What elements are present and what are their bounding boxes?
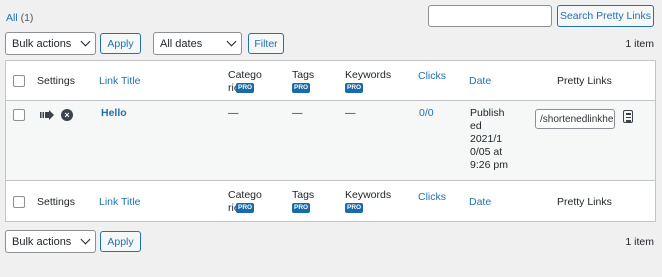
- pretty-link-field[interactable]: /shortenedlinkhello: [535, 109, 615, 129]
- clipboard-icon[interactable]: [623, 110, 633, 123]
- chevron-down-icon: [80, 36, 91, 47]
- column-link-title[interactable]: Link Title: [99, 196, 140, 209]
- column-date[interactable]: Date: [469, 75, 491, 88]
- table-footer: Settings Link Title Categories PRO Tags …: [6, 181, 655, 222]
- dates-select[interactable]: All dates: [153, 32, 242, 55]
- items-count-bottom: 1 item: [625, 236, 654, 248]
- row-checkbox[interactable]: [13, 109, 25, 121]
- items-count-top: 1 item: [625, 38, 654, 50]
- column-tags: Tags PRO: [292, 189, 315, 214]
- chevron-down-icon: [226, 36, 237, 47]
- select-all-checkbox-footer[interactable]: [13, 196, 25, 208]
- column-clicks[interactable]: Clicks: [418, 191, 446, 204]
- pro-badge: PRO: [345, 83, 364, 94]
- column-clicks[interactable]: Clicks: [418, 70, 446, 83]
- bulk-actions-select-bottom[interactable]: Bulk actions: [5, 230, 96, 253]
- chevron-down-icon: [80, 234, 91, 245]
- column-link-title[interactable]: Link Title: [99, 75, 140, 88]
- column-categories: Categories PRO: [228, 69, 262, 94]
- pro-badge: PRO: [236, 83, 255, 93]
- filter-button[interactable]: Filter: [248, 33, 284, 54]
- search-button[interactable]: Search Pretty Links: [557, 5, 654, 27]
- filter-all-count: (1): [20, 12, 34, 24]
- row-tags: —: [292, 107, 303, 119]
- column-settings: Settings: [37, 75, 75, 87]
- search-input[interactable]: [428, 5, 552, 27]
- x-circle-icon[interactable]: ×: [61, 109, 73, 121]
- apply-button-bottom[interactable]: Apply: [100, 231, 141, 252]
- column-keywords: Keywords PRO: [345, 189, 392, 214]
- links-table: Settings Link Title Categories PRO Tags …: [5, 60, 656, 222]
- pro-badge: PRO: [292, 83, 311, 94]
- row-clicks[interactable]: 0/0: [419, 107, 434, 120]
- bulk-actions-select-top[interactable]: Bulk actions: [5, 32, 96, 55]
- row-date: Published 2021/10/05 at 9:26 pm: [470, 107, 508, 171]
- row-categories: —: [228, 107, 239, 119]
- row-keywords: —: [345, 107, 356, 119]
- column-pretty-links: Pretty Links: [557, 196, 612, 208]
- filter-all-link[interactable]: All (1): [6, 12, 33, 24]
- pro-badge: PRO: [236, 203, 255, 213]
- status-filter: All (1): [6, 12, 33, 24]
- arrow-redirect-icon[interactable]: [40, 110, 54, 120]
- row-link-title[interactable]: Hello: [101, 107, 127, 120]
- column-settings: Settings: [37, 196, 75, 208]
- column-date[interactable]: Date: [469, 196, 491, 209]
- pro-badge: PRO: [292, 203, 311, 214]
- table-header: Settings Link Title Categories PRO Tags …: [6, 61, 655, 101]
- table-row: × Hello — — — 0/0 Published 2021/10/05 a…: [6, 101, 655, 181]
- column-tags: Tags PRO: [292, 69, 315, 94]
- apply-button-top[interactable]: Apply: [100, 33, 141, 54]
- column-keywords: Keywords PRO: [345, 69, 392, 94]
- column-pretty-links: Pretty Links: [557, 75, 612, 87]
- select-all-checkbox[interactable]: [13, 75, 25, 87]
- pro-badge: PRO: [345, 203, 364, 214]
- column-categories: Categories PRO: [228, 189, 262, 214]
